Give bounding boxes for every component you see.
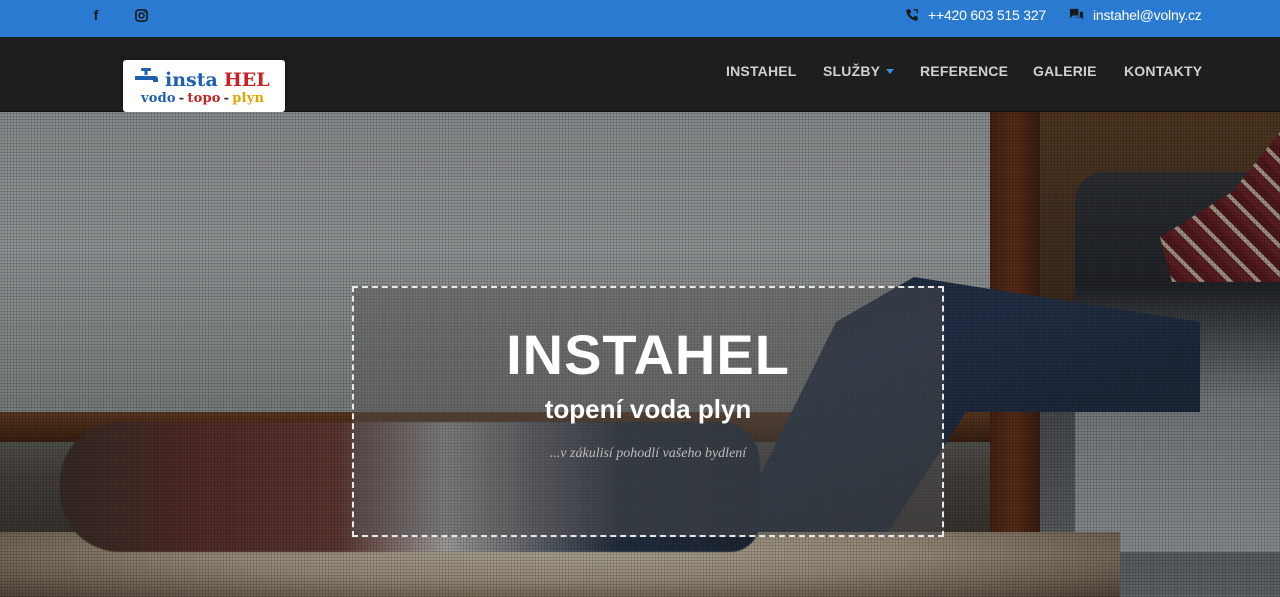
top-bar: f ++420 603 515 327 instahel@volny.cz [0, 0, 1280, 37]
nav-item-sluzby[interactable]: SLUŽBY [823, 63, 895, 79]
faucet-icon [133, 68, 159, 91]
logo-word-plyn: plyn [232, 91, 265, 106]
site-logo[interactable]: insta HEL vodo - topo - plyn [123, 60, 285, 112]
hero-tagline: ...v zákulisí pohodlí vašeho bydlení [549, 446, 747, 461]
instagram-icon[interactable] [131, 0, 151, 30]
hero-banner: INSTAHEL topení voda plyn ...v zákulisí … [0, 112, 1280, 597]
hero-title: INSTAHEL [506, 323, 790, 386]
logo-word-vodo: vodo [141, 91, 176, 106]
hero-subtitle: topení voda plyn [544, 394, 752, 424]
phone-icon [905, 8, 919, 22]
logo-text-insta: insta [165, 68, 218, 91]
nav-item-instahel[interactable]: INSTAHEL [726, 63, 797, 79]
logo-text-hel: HEL [223, 68, 270, 91]
nav-item-kontakty[interactable]: KONTAKTY [1124, 63, 1202, 79]
phone-contact[interactable]: ++420 603 515 327 [905, 0, 1046, 30]
hero-caption-box: INSTAHEL topení voda plyn ...v zákulisí … [352, 286, 944, 537]
nav-item-sluzby-label: SLUŽBY [823, 63, 881, 79]
email-contact[interactable]: instahel@volny.cz [1069, 0, 1202, 30]
chat-icon [1069, 8, 1084, 22]
logo-word-topo: topo [187, 91, 221, 106]
main-navbar: insta HEL vodo - topo - plyn INSTAHEL SLUŽBY… [0, 37, 1280, 112]
nav-item-reference[interactable]: REFERENCE [920, 63, 1008, 79]
nav-item-galerie[interactable]: GALERIE [1033, 63, 1097, 79]
phone-number[interactable]: ++420 603 515 327 [928, 7, 1046, 23]
email-address[interactable]: instahel@volny.cz [1093, 7, 1202, 23]
logo-tagline: vodo - topo - plyn [141, 91, 264, 106]
logo-wordmark: insta HEL [133, 68, 270, 91]
facebook-icon[interactable]: f [86, 0, 106, 30]
logo-separator: - [178, 91, 185, 106]
caret-down-icon [886, 69, 895, 74]
logo-separator: - [223, 91, 230, 106]
